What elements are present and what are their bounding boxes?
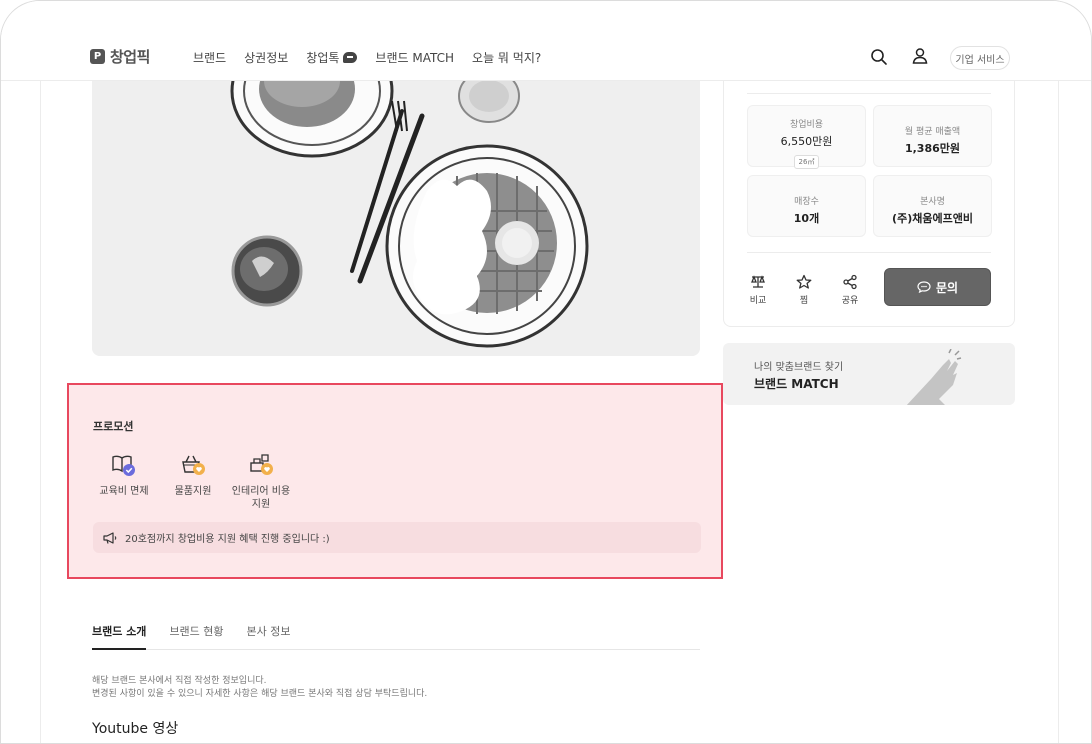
brand-match-card[interactable]: 나의 맞춤브랜드 찾기 브랜드 MATCH <box>723 343 1015 405</box>
brand-hero-image <box>92 71 700 356</box>
nav-label: 브랜드 <box>193 51 227 65</box>
inquiry-label: 문의 <box>935 280 959 295</box>
promotion-banner: 20호점까지 창업비용 지원 혜택 진행 중입니다 :) <box>93 522 701 553</box>
share-button[interactable]: 공유 <box>835 274 865 306</box>
stat-label: 매장수 <box>794 197 819 207</box>
nav-label: 오늘 뭐 먹지? <box>472 51 542 65</box>
nav-item-market-info[interactable]: 상권정보 <box>244 49 288 66</box>
promotion-section: 프로모션 교육비 면제 물품지원 인테리어 비용 지원 20호점까지 창업비용 … <box>67 383 723 579</box>
stat-headquarters: 본사명 (주)채움에프앤비 <box>873 175 992 237</box>
book-check-icon <box>112 455 135 476</box>
brand-match-title: 브랜드 MATCH <box>754 377 839 391</box>
page-frame: 창업비용 6,550만원 26㎡ 월 평균 매출액 1,386만원 매장수 10… <box>0 0 1092 744</box>
promotion-item-interior: 인테리어 비용 지원 <box>226 453 296 511</box>
share-icon <box>843 274 857 290</box>
promotion-item-label: 물품지원 <box>174 486 212 497</box>
youtube-section-title: Youtube 영상 <box>92 721 179 737</box>
divider <box>747 252 991 253</box>
stat-store-count: 매장수 10개 <box>747 175 866 237</box>
megaphone-icon <box>103 531 117 544</box>
area-badge: 26㎡ <box>793 155 820 169</box>
interior-heart-icon <box>250 454 273 475</box>
nav-item-startup-talk[interactable]: 창업톡 <box>306 49 358 66</box>
star-icon <box>796 274 812 289</box>
promotion-title: 프로모션 <box>93 420 134 433</box>
nav-label: 브랜드 MATCH <box>375 51 455 65</box>
brand-match-subtitle: 나의 맞춤브랜드 찾기 <box>754 362 844 373</box>
business-service-button[interactable]: 기업 서비스 <box>950 46 1010 70</box>
talk-bubble-icon <box>343 52 358 63</box>
nav-item-what-to-eat[interactable]: 오늘 뭐 먹지? <box>472 49 541 66</box>
promotion-banner-text: 20호점까지 창업비용 지원 혜택 진행 중입니다 :) <box>125 534 330 545</box>
tab-hq-info[interactable]: 본사 정보 <box>247 623 291 650</box>
compare-icon <box>751 275 765 288</box>
content-border-left <box>40 81 41 743</box>
promotion-item-supplies: 물품지원 <box>158 453 228 498</box>
site-logo[interactable]: P 창업픽 <box>90 47 150 66</box>
nav-label: 창업톡 <box>306 51 340 65</box>
promotion-item-label: 인테리어 비용 지원 <box>231 486 291 510</box>
stat-label: 창업비용 <box>789 120 824 130</box>
promotion-item-label: 교육비 면제 <box>99 486 149 497</box>
user-icon[interactable] <box>911 47 929 65</box>
site-header: P 창업픽 브랜드 상권정보 창업톡 브랜드 MATCH 오늘 뭐 먹지? 기업… <box>1 1 1091 81</box>
search-icon[interactable] <box>870 48 888 66</box>
stat-value: 1,386만원 <box>904 142 961 155</box>
content-border-right <box>1058 81 1059 743</box>
logo-text: 창업픽 <box>110 47 150 66</box>
info-note: 해당 브랜드 본사에서 직접 작성한 정보입니다. <box>92 676 267 686</box>
basket-heart-icon <box>182 455 205 475</box>
compare-label: 비교 <box>749 296 767 306</box>
nav-item-brand[interactable]: 브랜드 <box>193 49 226 66</box>
tab-brand-intro[interactable]: 브랜드 소개 <box>92 623 147 650</box>
stat-value: (주)채움에프앤비 <box>892 212 973 225</box>
wishlist-label: 찜 <box>799 296 809 306</box>
chat-icon <box>917 281 931 293</box>
tab-brand-status[interactable]: 브랜드 현황 <box>169 623 223 650</box>
inquiry-button[interactable]: 문의 <box>884 268 991 306</box>
nav-label: 상권정보 <box>244 51 289 65</box>
stat-label: 본사명 <box>920 197 945 207</box>
logo-mark: P <box>90 48 105 64</box>
share-label: 공유 <box>841 296 859 306</box>
promotion-item-education: 교육비 면제 <box>89 453 159 498</box>
stat-value: 6,550만원 <box>780 135 833 148</box>
stat-monthly-sales: 월 평균 매출액 1,386만원 <box>873 105 992 167</box>
divider <box>747 93 991 94</box>
waffle-photo <box>92 71 700 356</box>
nav-item-brand-match[interactable]: 브랜드 MATCH <box>375 49 454 66</box>
stat-label: 월 평균 매출액 <box>904 127 961 137</box>
high-five-icon <box>906 349 962 405</box>
stat-value: 10개 <box>793 212 820 225</box>
main-nav: 브랜드 상권정보 창업톡 브랜드 MATCH 오늘 뭐 먹지? <box>193 49 541 66</box>
compare-button[interactable]: 비교 <box>743 274 773 306</box>
info-note: 변경된 사항이 있을 수 있으니 자세한 사항은 해당 브랜드 본사와 직접 상… <box>92 689 428 699</box>
stat-startup-cost: 창업비용 6,550만원 26㎡ <box>747 105 866 169</box>
wishlist-button[interactable]: 찜 <box>789 274 819 306</box>
brand-tabs: 브랜드 소개 브랜드 현황 본사 정보 <box>92 623 700 650</box>
